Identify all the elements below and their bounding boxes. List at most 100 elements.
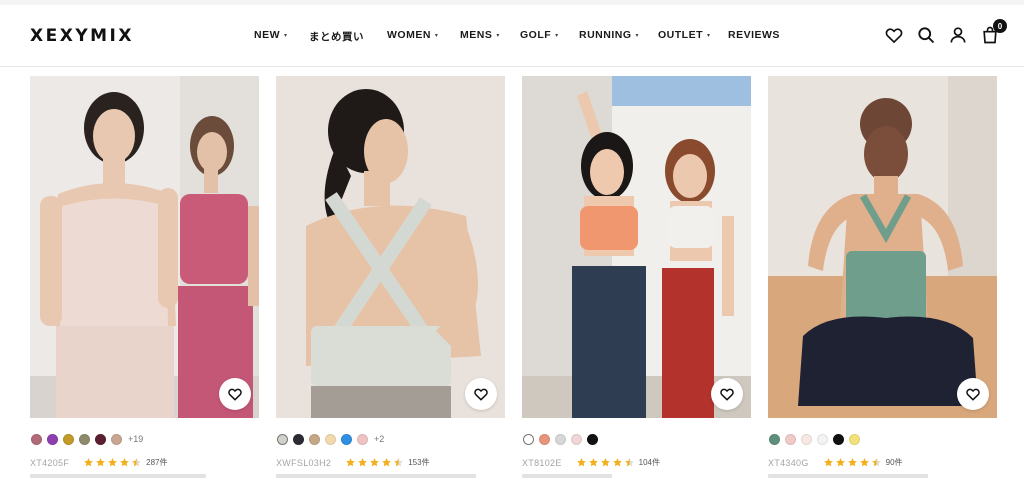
product-image[interactable] bbox=[276, 76, 505, 418]
nav-item-mens[interactable]: MENS ▾ bbox=[460, 29, 500, 41]
site-header: XEXYMIX NEW ▾ まとめ買い WOMEN ▾ MENS ▾ GOLF ▾ RU… bbox=[0, 5, 1024, 67]
model-cross-back-top-icon bbox=[276, 76, 505, 418]
star-rating bbox=[823, 457, 883, 468]
caret-down-icon: ▾ bbox=[635, 32, 640, 39]
star-icon bbox=[96, 458, 105, 467]
caret-down-icon: ▾ bbox=[555, 32, 559, 39]
star-icon bbox=[108, 458, 117, 467]
color-swatch[interactable] bbox=[309, 433, 320, 445]
star-icon bbox=[859, 458, 869, 467]
nav-item-running[interactable]: RUNNING ▾ bbox=[579, 29, 639, 41]
model-racerback-top-seated-icon bbox=[768, 76, 997, 418]
heart-icon[interactable] bbox=[884, 25, 904, 45]
wishlist-button[interactable] bbox=[957, 378, 989, 410]
star-icon bbox=[346, 458, 356, 467]
nav-label: OUTLET bbox=[658, 29, 703, 41]
two-models-sleeveless-tops-icon bbox=[30, 76, 259, 418]
wishlist-button[interactable] bbox=[219, 378, 251, 410]
star-icon bbox=[394, 458, 404, 467]
nav-item-women[interactable]: WOMEN ▾ bbox=[387, 29, 438, 41]
more-colors-count: +19 bbox=[128, 434, 144, 444]
product-card[interactable]: XT8102E 104件 bbox=[522, 76, 751, 478]
nav-label: RUNNING bbox=[579, 29, 632, 41]
review-count: 90件 bbox=[885, 458, 903, 467]
product-image[interactable] bbox=[30, 76, 259, 418]
heart-icon bbox=[228, 388, 242, 401]
nav-item-golf[interactable]: GOLF ▾ bbox=[520, 29, 559, 41]
caret-down-icon: ▾ bbox=[707, 32, 711, 39]
product-grid: +19 XT4205F 287件 +2 XWFSL03H2 153件 XT810… bbox=[30, 76, 998, 478]
color-swatch[interactable] bbox=[555, 433, 566, 445]
star-icon bbox=[120, 458, 129, 467]
product-code: XT4205F bbox=[30, 457, 70, 468]
color-swatch[interactable] bbox=[63, 433, 74, 445]
nav-item-reviews[interactable]: REVIEWS bbox=[728, 29, 780, 41]
product-name-cutoff bbox=[768, 474, 928, 478]
product-code: XWFSL03H2 bbox=[276, 457, 332, 468]
color-swatches: +19 bbox=[31, 433, 143, 445]
star-rating bbox=[83, 457, 143, 468]
star-icon bbox=[835, 458, 845, 467]
color-swatch[interactable] bbox=[833, 433, 844, 445]
product-name-cutoff bbox=[276, 474, 476, 478]
search-icon[interactable] bbox=[916, 25, 936, 45]
star-icon bbox=[612, 458, 622, 467]
color-swatch[interactable] bbox=[817, 433, 828, 445]
color-swatch[interactable] bbox=[325, 433, 336, 445]
color-swatch[interactable] bbox=[571, 433, 582, 445]
color-swatch[interactable] bbox=[539, 433, 550, 445]
star-icon bbox=[358, 458, 368, 467]
product-image[interactable] bbox=[522, 76, 751, 418]
color-swatch[interactable] bbox=[587, 433, 598, 445]
wishlist-button[interactable] bbox=[711, 378, 743, 410]
product-meta: XT4205F 287件 bbox=[30, 457, 167, 468]
shopping-bag-icon[interactable]: 0 bbox=[980, 19, 1007, 45]
product-code: XT4340G bbox=[768, 457, 809, 468]
color-swatch[interactable] bbox=[293, 433, 304, 445]
color-swatch[interactable] bbox=[31, 433, 42, 445]
star-rating bbox=[345, 457, 405, 468]
star-icon bbox=[84, 458, 93, 467]
product-meta: XT8102E 104件 bbox=[522, 457, 660, 468]
nav-item-bundle[interactable]: まとめ買い bbox=[309, 29, 364, 44]
two-models-bra-tops-icon bbox=[522, 76, 751, 418]
color-swatch[interactable] bbox=[357, 433, 368, 445]
caret-down-icon: ▾ bbox=[284, 32, 288, 39]
product-card[interactable]: +19 XT4205F 287件 bbox=[30, 76, 259, 478]
color-swatch[interactable] bbox=[111, 433, 122, 445]
color-swatch[interactable] bbox=[47, 433, 58, 445]
product-card[interactable]: XT4340G 90件 bbox=[768, 76, 997, 478]
wishlist-button[interactable] bbox=[465, 378, 497, 410]
color-swatches: +2 bbox=[277, 433, 384, 445]
nav-item-new[interactable]: NEW ▾ bbox=[254, 29, 288, 41]
color-swatch[interactable] bbox=[785, 433, 796, 445]
more-colors-count: +2 bbox=[374, 434, 385, 444]
star-icon bbox=[847, 458, 857, 467]
nav-item-outlet[interactable]: OUTLET ▾ bbox=[658, 29, 711, 41]
color-swatch[interactable] bbox=[341, 433, 352, 445]
color-swatch[interactable] bbox=[801, 433, 812, 445]
color-swatch[interactable] bbox=[849, 433, 860, 445]
color-swatch[interactable] bbox=[523, 433, 534, 445]
color-swatch[interactable] bbox=[277, 433, 288, 445]
nav-label: MENS bbox=[460, 29, 493, 41]
cart-count-badge: 0 bbox=[993, 19, 1007, 33]
product-card[interactable]: +2 XWFSL03H2 153件 bbox=[276, 76, 505, 478]
star-icon bbox=[588, 458, 598, 467]
color-swatch[interactable] bbox=[79, 433, 90, 445]
nav-label: GOLF bbox=[520, 29, 552, 41]
review-count: 104件 bbox=[638, 458, 660, 467]
color-swatch[interactable] bbox=[769, 433, 780, 445]
user-icon[interactable] bbox=[948, 25, 968, 45]
caret-down-icon: ▾ bbox=[496, 32, 500, 39]
star-icon bbox=[600, 458, 610, 467]
nav-label: REVIEWS bbox=[728, 29, 780, 41]
star-icon bbox=[576, 458, 586, 467]
product-image[interactable] bbox=[768, 76, 997, 418]
product-code: XT8102E bbox=[522, 457, 562, 468]
star-rating bbox=[576, 457, 636, 468]
color-swatch[interactable] bbox=[95, 433, 106, 445]
review-count: 287件 bbox=[146, 458, 168, 467]
star-icon bbox=[624, 458, 634, 467]
heart-icon bbox=[720, 388, 734, 401]
